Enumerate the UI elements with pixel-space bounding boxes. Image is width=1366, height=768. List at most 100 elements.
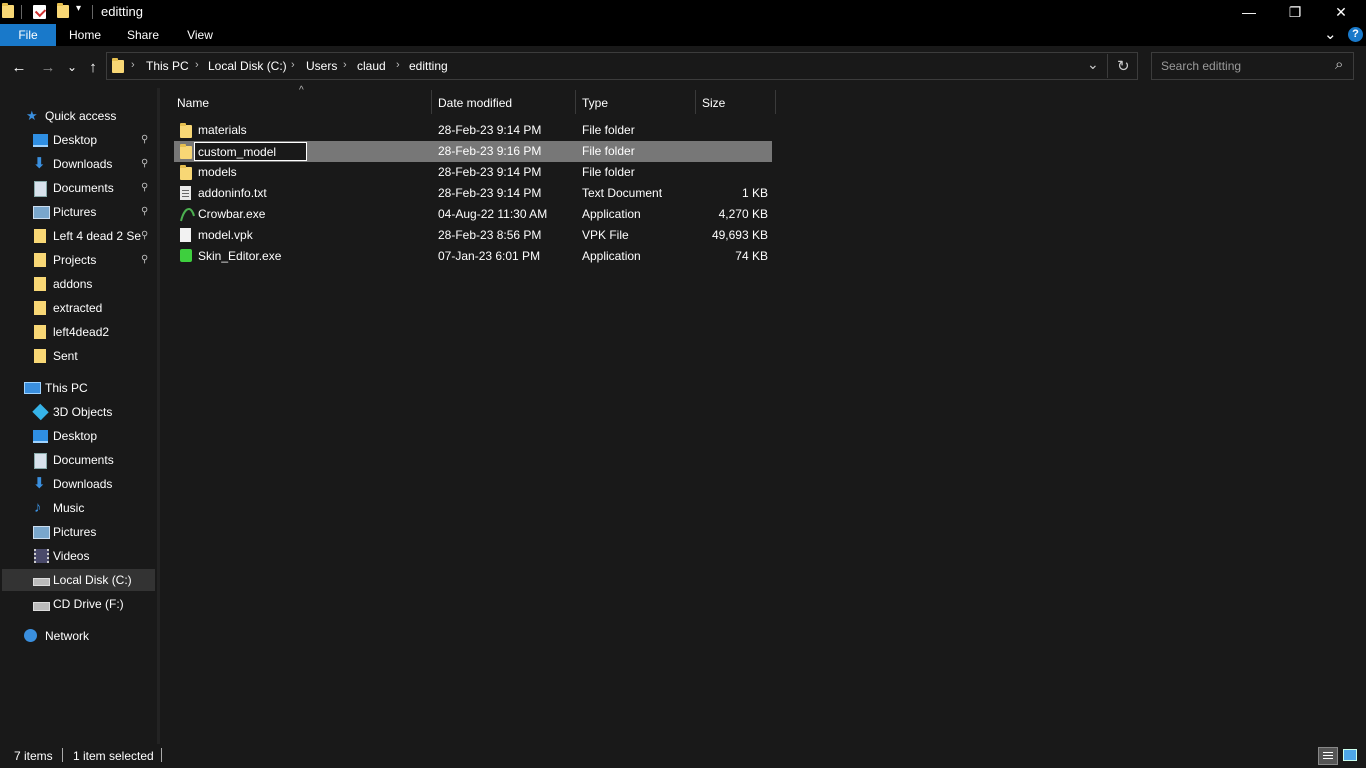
pin-icon[interactable]: ⚲ xyxy=(141,225,148,247)
recent-locations-button[interactable]: ⌄ xyxy=(62,58,82,76)
sidebar-item-label: left4dead2 xyxy=(53,325,110,339)
sidebar-item-network[interactable]: Network xyxy=(22,625,152,647)
minimize-button[interactable]: — xyxy=(1226,0,1272,24)
sidebar-item-label: 3D Objects xyxy=(53,405,113,419)
sidebar-item-music[interactable]: ♪ Music xyxy=(30,497,156,519)
close-button[interactable]: ✕ xyxy=(1318,0,1364,24)
file-row-custom-model[interactable]: 28-Feb-23 9:16 PM File folder xyxy=(174,141,772,162)
sidebar-item-pictures-pc[interactable]: Pictures xyxy=(30,521,156,543)
file-date: 28-Feb-23 9:16 PM xyxy=(438,144,542,158)
tab-view[interactable]: View xyxy=(177,24,223,46)
back-button[interactable]: ← xyxy=(9,58,29,76)
sidebar-item-local-disk[interactable]: Local Disk (C:) xyxy=(2,569,155,591)
downloads-icon: ⬇ xyxy=(33,155,46,172)
new-folder-icon[interactable] xyxy=(57,3,69,19)
properties-icon[interactable] xyxy=(33,5,47,19)
sidebar-item-this-pc[interactable]: This PC xyxy=(22,377,152,399)
sidebar-item-3d-objects[interactable]: 3D Objects xyxy=(30,401,156,423)
breadcrumb-editting[interactable]: editting xyxy=(409,59,448,73)
search-icon[interactable]: ⌕ xyxy=(1335,56,1343,73)
help-icon[interactable]: ? xyxy=(1348,27,1363,42)
sidebar-item-documents[interactable]: Documents ⚲ xyxy=(30,177,156,199)
sidebar-item-label: Downloads xyxy=(53,477,113,491)
sidebar-item-left-4-dead-2-ser[interactable]: Left 4 dead 2 Ser ⚲ xyxy=(30,225,156,247)
breadcrumb-separator[interactable]: › xyxy=(195,59,199,71)
file-date: 28-Feb-23 9:14 PM xyxy=(438,186,542,200)
breadcrumb-this-pc[interactable]: This PC xyxy=(146,59,189,73)
pin-icon[interactable]: ⚲ xyxy=(141,129,148,151)
file-row-materials[interactable]: materials 28-Feb-23 9:14 PM File folder xyxy=(174,120,772,141)
network-icon xyxy=(24,629,37,642)
column-divider[interactable] xyxy=(575,90,576,114)
refresh-icon[interactable]: ↻ xyxy=(1117,57,1130,75)
sidebar-item-projects[interactable]: Projects ⚲ xyxy=(30,249,156,271)
tab-home[interactable]: Home xyxy=(62,24,108,46)
search-box[interactable]: Search editting ⌕ xyxy=(1151,52,1354,80)
breadcrumb-separator[interactable]: › xyxy=(343,59,347,71)
details-view-button[interactable] xyxy=(1318,747,1338,765)
column-header-size[interactable]: Size xyxy=(702,95,725,111)
folder-icon xyxy=(180,123,193,138)
file-row-addoninfo[interactable]: addoninfo.txt 28-Feb-23 9:14 PM Text Doc… xyxy=(174,183,772,204)
column-divider[interactable] xyxy=(431,90,432,114)
breadcrumb-separator[interactable]: › xyxy=(131,59,135,71)
sidebar-item-label: Projects xyxy=(53,253,97,267)
tab-share[interactable]: Share xyxy=(120,24,166,46)
pin-icon[interactable]: ⚲ xyxy=(141,249,148,271)
rename-input[interactable] xyxy=(194,142,307,161)
maximize-button[interactable]: ❐ xyxy=(1272,0,1318,24)
sidebar-item-desktop[interactable]: Desktop ⚲ xyxy=(30,129,156,151)
file-row-models[interactable]: models 28-Feb-23 9:14 PM File folder xyxy=(174,162,772,183)
breadcrumb-separator[interactable]: › xyxy=(291,59,295,71)
column-header-date[interactable]: Date modified xyxy=(438,95,512,111)
sidebar-item-label: extracted xyxy=(53,301,103,315)
file-name: models xyxy=(198,165,237,179)
forward-button[interactable]: → xyxy=(38,58,58,76)
column-divider[interactable] xyxy=(775,90,776,114)
folder-icon xyxy=(34,301,46,315)
customize-toolbar-icon[interactable]: ▾ xyxy=(76,3,81,14)
pin-icon[interactable]: ⚲ xyxy=(141,153,148,175)
sidebar-item-videos[interactable]: Videos xyxy=(30,545,156,567)
file-date: 07-Jan-23 6:01 PM xyxy=(438,249,541,263)
documents-icon xyxy=(34,453,47,469)
sidebar-item-label: CD Drive (F:) xyxy=(53,597,124,611)
local-disk-icon xyxy=(33,578,50,586)
folder-icon xyxy=(34,349,46,363)
divider xyxy=(62,748,63,762)
sidebar-item-left4dead2[interactable]: left4dead2 xyxy=(30,321,156,343)
sidebar-item-extracted[interactable]: extracted xyxy=(30,297,156,319)
column-header-name[interactable]: Name xyxy=(177,95,209,111)
breadcrumb-local-disk[interactable]: Local Disk (C:) xyxy=(208,59,287,73)
address-bar[interactable]: › This PC › Local Disk (C:) › Users › cl… xyxy=(106,52,1138,80)
large-icons-view-button[interactable] xyxy=(1343,749,1357,761)
sidebar-item-documents-pc[interactable]: Documents xyxy=(30,449,156,471)
sidebar-item-sent[interactable]: Sent xyxy=(30,345,156,367)
file-row-crowbar[interactable]: Crowbar.exe 04-Aug-22 11:30 AM Applicati… xyxy=(174,204,772,225)
column-header-type[interactable]: Type xyxy=(582,95,608,111)
sidebar-item-quick-access[interactable]: ★ Quick access xyxy=(22,105,152,127)
sidebar-item-downloads-pc[interactable]: ⬇ Downloads xyxy=(30,473,156,495)
breadcrumb-separator[interactable]: › xyxy=(396,59,400,71)
sidebar-item-addons[interactable]: addons xyxy=(30,273,156,295)
sidebar-item-desktop-pc[interactable]: Desktop xyxy=(30,425,156,447)
selection-count: 1 item selected xyxy=(73,749,154,763)
pin-icon[interactable]: ⚲ xyxy=(141,201,148,223)
column-divider[interactable] xyxy=(695,90,696,114)
up-button[interactable]: ↑ xyxy=(83,58,103,76)
search-input[interactable]: Search editting xyxy=(1161,59,1241,73)
sidebar-item-downloads[interactable]: ⬇ Downloads ⚲ xyxy=(30,153,156,175)
sidebar-item-pictures[interactable]: Pictures ⚲ xyxy=(30,201,156,223)
navigation-pane: ★ Quick access Desktop ⚲ ⬇ Downloads ⚲ D… xyxy=(0,88,157,744)
file-row-model-vpk[interactable]: model.vpk 28-Feb-23 8:56 PM VPK File 49,… xyxy=(174,225,772,246)
sidebar-item-label: Network xyxy=(45,629,90,643)
breadcrumb-claud[interactable]: claud xyxy=(357,59,386,73)
computer-icon xyxy=(24,382,41,394)
sidebar-item-cd-drive[interactable]: CD Drive (F:) xyxy=(30,593,156,615)
ribbon-collapse-icon[interactable]: ⌄ xyxy=(1324,25,1337,43)
breadcrumb-users[interactable]: Users xyxy=(306,59,337,73)
address-dropdown-icon[interactable]: ⌄ xyxy=(1087,56,1099,73)
file-row-skin-editor[interactable]: Skin_Editor.exe 07-Jan-23 6:01 PM Applic… xyxy=(174,246,772,267)
tab-file[interactable]: File xyxy=(0,24,56,46)
pin-icon[interactable]: ⚲ xyxy=(141,177,148,199)
